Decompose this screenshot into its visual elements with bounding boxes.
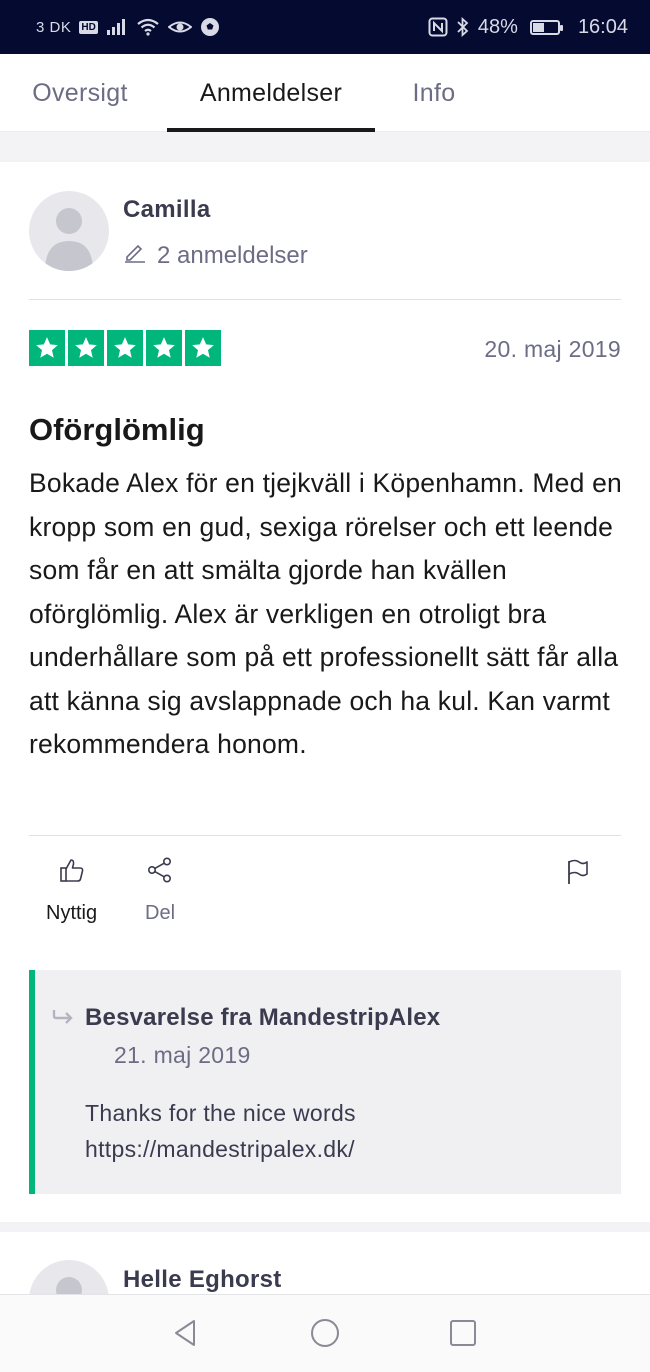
divider <box>29 835 621 836</box>
star-icon <box>185 330 221 366</box>
pencil-icon <box>123 240 147 271</box>
share-button[interactable]: Del <box>145 856 175 925</box>
back-icon[interactable] <box>170 1317 202 1354</box>
star-rating <box>29 330 221 366</box>
eye-icon <box>167 18 192 36</box>
reply-title: Besvarelse fra MandestripAlex <box>85 1004 441 1031</box>
star-icon <box>68 330 104 366</box>
recents-icon[interactable] <box>447 1317 479 1354</box>
status-bar-right: 48% 16:04 <box>428 16 628 39</box>
signal-icon <box>106 18 128 36</box>
clock: 16:04 <box>577 15 628 38</box>
wifi-icon <box>136 18 160 36</box>
reply-arrow-icon <box>51 1008 75 1031</box>
carrier-label: 3 DK <box>36 18 72 36</box>
bluetooth-icon <box>456 17 470 37</box>
review-date: 20. maj 2019 <box>484 336 621 362</box>
review-card: Camilla 2 anmeldelser 20. maj 2019 Oförg… <box>0 162 650 1222</box>
tab-info[interactable]: Info <box>400 54 468 132</box>
tab-reviews[interactable]: Anmeldelser <box>167 54 375 132</box>
home-icon[interactable] <box>309 1317 341 1354</box>
avatar[interactable] <box>29 191 109 271</box>
status-bar-left: 3 DK HD <box>36 17 220 37</box>
reply-text: Thanks for the nice words https://mandes… <box>85 1095 356 1167</box>
reply-text-line: Thanks for the nice words <box>85 1100 356 1126</box>
review-body: Bokade Alex för en tjejkväll i Köpenhamn… <box>29 468 622 759</box>
star-icon <box>29 330 65 366</box>
star-icon <box>107 330 143 366</box>
company-reply: Besvarelse fra MandestripAlex 21. maj 20… <box>29 970 621 1194</box>
share-icon <box>146 856 174 890</box>
tab-bar: Oversigt Anmeldelser Info <box>0 54 650 132</box>
reply-link[interactable]: https://mandestripalex.dk/ <box>85 1131 356 1167</box>
battery-fill <box>532 22 545 32</box>
hd-badge: HD <box>79 20 98 34</box>
thumbs-up-icon <box>58 856 86 890</box>
reply-date: 21. maj 2019 <box>114 1042 251 1068</box>
divider <box>29 299 621 300</box>
navigation-bar <box>0 1294 650 1372</box>
useful-label: Nyttig <box>46 902 98 924</box>
reviewer-name[interactable]: Helle Eghorst <box>123 1266 282 1294</box>
tab-overview[interactable]: Oversigt <box>22 54 138 132</box>
battery-icon <box>529 19 563 35</box>
flag-icon[interactable] <box>563 858 591 891</box>
nfc-icon <box>428 17 448 37</box>
review-count: 2 anmeldelser <box>123 240 308 271</box>
useful-button[interactable]: Nyttig <box>46 856 97 925</box>
status-bar: 3 DK HD 48% 16:04 <box>0 0 650 54</box>
reviewer-name[interactable]: Camilla <box>123 196 210 224</box>
review-count-label: 2 anmeldelser <box>157 241 308 269</box>
battery-percent: 48% <box>477 15 518 38</box>
star-icon <box>146 330 182 366</box>
share-label: Del <box>145 902 176 924</box>
review-title: Oförglömlig <box>29 412 205 447</box>
football-icon <box>200 17 220 37</box>
avatar-placeholder-icon <box>45 208 93 271</box>
